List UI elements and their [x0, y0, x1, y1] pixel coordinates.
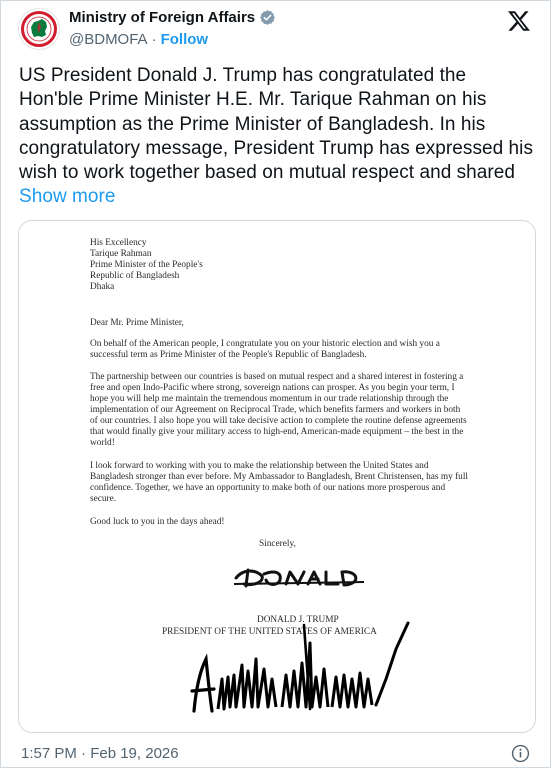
- avatar[interactable]: [18, 8, 60, 50]
- letter-address: His Excellency Tarique Rahman Prime Mini…: [90, 238, 203, 292]
- letter-image[interactable]: His Excellency Tarique Rahman Prime Mini…: [18, 220, 536, 733]
- show-more-link[interactable]: Show more: [19, 186, 116, 207]
- tweet-body: US President Donald J. Trump has congrat…: [19, 65, 533, 184]
- handle[interactable]: @BDMOFA: [69, 31, 148, 48]
- letter-paragraph-1: On behalf of the American people, I cong…: [90, 339, 440, 360]
- signature-trump: [190, 621, 410, 713]
- handle-row: @BDMOFA · Follow: [69, 31, 208, 48]
- verified-badge-icon: [260, 10, 276, 25]
- letter-closing: Sincerely,: [259, 539, 296, 549]
- letter-paragraph-4: Good luck to you in the days ahead!: [90, 517, 225, 527]
- letter-paragraph-2: The partnership between our countries is…: [90, 372, 467, 448]
- separator: ·: [151, 31, 157, 48]
- tweet-card: Ministry of Foreign Affairs @BDMOFA · Fo…: [0, 0, 551, 768]
- display-name[interactable]: Ministry of Foreign Affairs: [69, 9, 276, 26]
- letter-greeting: Dear Mr. Prime Minister,: [90, 318, 184, 328]
- display-name-text[interactable]: Ministry of Foreign Affairs: [69, 9, 255, 26]
- letter-document: His Excellency Tarique Rahman Prime Mini…: [19, 221, 535, 732]
- tweet-timestamp[interactable]: 1:57 PM · Feb 19, 2026: [21, 745, 179, 762]
- follow-button[interactable]: Follow: [161, 31, 209, 48]
- info-icon[interactable]: [511, 744, 530, 763]
- signature-donald: [234, 568, 365, 588]
- letter-paragraph-3: I look forward to working with you to ma…: [90, 461, 468, 504]
- bangladesh-seal-icon: [20, 10, 58, 48]
- tweet-text: US President Donald J. Trump has congrat…: [19, 64, 534, 210]
- x-logo-icon[interactable]: [507, 9, 531, 33]
